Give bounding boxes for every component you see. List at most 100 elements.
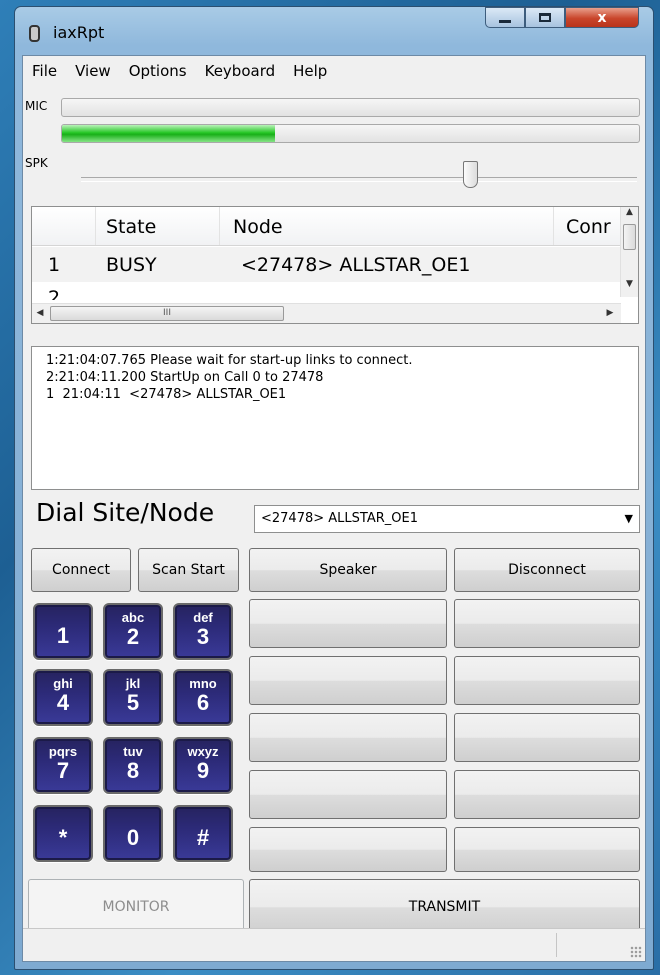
row-index: 1	[48, 254, 61, 276]
disconnect-button[interactable]: Disconnect	[454, 548, 640, 592]
keypad-key-star[interactable]: *	[33, 805, 93, 862]
spk-level-fill	[62, 125, 276, 142]
row-state: BUSY	[106, 254, 157, 276]
keypad-key-6[interactable]: mno 6	[173, 669, 233, 726]
key-letters: jkl	[125, 676, 141, 691]
menu-keyboard[interactable]: Keyboard	[196, 56, 285, 86]
keypad-key-4[interactable]: ghi 4	[33, 669, 93, 726]
key-letters: tuv	[123, 744, 143, 759]
keypad-key-7[interactable]: pqrs 7	[33, 737, 93, 794]
key-digit: *	[58, 825, 68, 850]
key-digit: 3	[196, 624, 210, 649]
status-bar	[23, 928, 645, 961]
close-button[interactable]: x	[565, 7, 639, 28]
monitor-button[interactable]: MONITOR	[28, 879, 244, 935]
minimize-icon	[499, 20, 511, 23]
log-line: 1:21:04:07.765 Please wait for start-up …	[46, 353, 413, 368]
function-button-6[interactable]	[454, 713, 640, 762]
keypad-key-3[interactable]: def 3	[173, 603, 233, 660]
connect-button[interactable]: Connect	[31, 548, 131, 592]
spk-volume-track[interactable]	[81, 177, 637, 182]
scroll-up-icon[interactable]: ▲	[621, 207, 638, 222]
menu-help[interactable]: Help	[284, 56, 336, 86]
keypad-key-5[interactable]: jkl 5	[103, 669, 163, 726]
spk-label: SPK	[25, 156, 48, 170]
table-horizontal-scrollbar[interactable]: ◀ III ▶	[32, 303, 621, 323]
menu-bar: File View Options Keyboard Help	[23, 56, 645, 86]
close-icon: x	[597, 9, 607, 26]
function-button-4[interactable]	[454, 656, 640, 705]
resize-grip-icon[interactable]	[630, 946, 642, 958]
connections-table: State Node Conr 1 BUSY <27478> ALLSTAR_O…	[31, 206, 639, 324]
key-digit: 5	[126, 690, 140, 715]
function-button-8[interactable]	[454, 770, 640, 819]
keypad-key-1[interactable]: 1	[33, 603, 93, 660]
log-line: 2:21:04:11.200 StartUp on Call 0 to 2747…	[46, 370, 324, 385]
log-line: 1 21:04:11 <27478> ALLSTAR_OE1	[46, 387, 287, 402]
minimize-button[interactable]	[485, 7, 525, 28]
maximize-icon	[539, 13, 551, 22]
function-button-9[interactable]	[249, 827, 447, 872]
menu-options[interactable]: Options	[120, 56, 196, 86]
key-letters: ghi	[53, 676, 73, 691]
table-row[interactable]: 1 BUSY <27478> ALLSTAR_OE1	[32, 247, 621, 282]
key-digit: 2	[126, 624, 140, 649]
row-index: 2	[48, 287, 61, 300]
maximize-button[interactable]	[525, 7, 565, 28]
handheld-radio-icon	[29, 25, 40, 42]
spk-volume-slider-thumb[interactable]	[462, 161, 478, 188]
dial-site-node-label: Dial Site/Node	[36, 498, 215, 527]
key-letters: abc	[121, 610, 145, 625]
table-header: State Node Conr	[32, 207, 621, 246]
app-window: iaxRpt x File View Options Keyboard Help…	[14, 6, 654, 970]
function-button-5[interactable]	[249, 713, 447, 762]
scroll-left-icon[interactable]: ◀	[32, 305, 48, 322]
key-letters: wxyz	[187, 744, 219, 759]
transmit-button[interactable]: TRANSMIT	[249, 879, 640, 935]
mic-label: MIC	[25, 99, 48, 113]
node-select-value: <27478> ALLSTAR_OE1	[261, 511, 418, 526]
keypad-key-8[interactable]: tuv 8	[103, 737, 163, 794]
function-button-10[interactable]	[454, 827, 640, 872]
key-digit: 0	[126, 825, 140, 850]
key-letters: mno	[189, 676, 217, 691]
scroll-right-icon[interactable]: ▶	[602, 305, 618, 322]
key-letters: def	[193, 610, 213, 625]
mic-level-meter	[61, 98, 640, 117]
key-digit: #	[196, 825, 210, 850]
menu-view[interactable]: View	[66, 56, 120, 86]
key-digit: 8	[126, 758, 140, 783]
column-header-index[interactable]	[32, 207, 96, 245]
table-row[interactable]: 2	[32, 284, 621, 300]
log-output[interactable]: 1:21:04:07.765 Please wait for start-up …	[31, 346, 639, 490]
menu-file[interactable]: File	[23, 56, 66, 86]
key-digit: 4	[56, 690, 70, 715]
table-vertical-scrollbar[interactable]: ▲ ▼	[620, 207, 638, 297]
speaker-button[interactable]: Speaker	[249, 548, 447, 592]
scan-start-button[interactable]: Scan Start	[138, 548, 239, 592]
client-area: File View Options Keyboard Help MIC SPK …	[22, 55, 646, 962]
function-button-2[interactable]	[454, 599, 640, 648]
keypad-key-0[interactable]: 0	[103, 805, 163, 862]
column-header-node[interactable]: Node	[220, 207, 554, 245]
function-button-3[interactable]	[249, 656, 447, 705]
function-button-7[interactable]	[249, 770, 447, 819]
key-letters: pqrs	[48, 744, 78, 759]
keypad-key-9[interactable]: wxyz 9	[173, 737, 233, 794]
horizontal-scroll-thumb[interactable]: III	[50, 306, 284, 321]
function-button-1[interactable]	[249, 599, 447, 648]
node-select[interactable]: <27478> ALLSTAR_OE1 ▼	[254, 505, 640, 533]
vertical-scroll-thumb[interactable]	[623, 224, 636, 250]
key-digit: 6	[196, 690, 210, 715]
chevron-down-icon[interactable]: ▼	[625, 506, 633, 532]
title-bar[interactable]: iaxRpt x	[15, 7, 653, 55]
key-digit: 1	[56, 623, 70, 648]
keypad-key-hash[interactable]: #	[173, 805, 233, 862]
key-digit: 7	[56, 758, 70, 783]
window-title: iaxRpt	[53, 23, 105, 42]
row-node: <27478> ALLSTAR_OE1	[241, 254, 471, 276]
spk-level-meter	[61, 124, 640, 143]
column-header-state[interactable]: State	[96, 207, 220, 245]
scroll-down-icon[interactable]: ▼	[621, 279, 638, 294]
keypad-key-2[interactable]: abc 2	[103, 603, 163, 660]
